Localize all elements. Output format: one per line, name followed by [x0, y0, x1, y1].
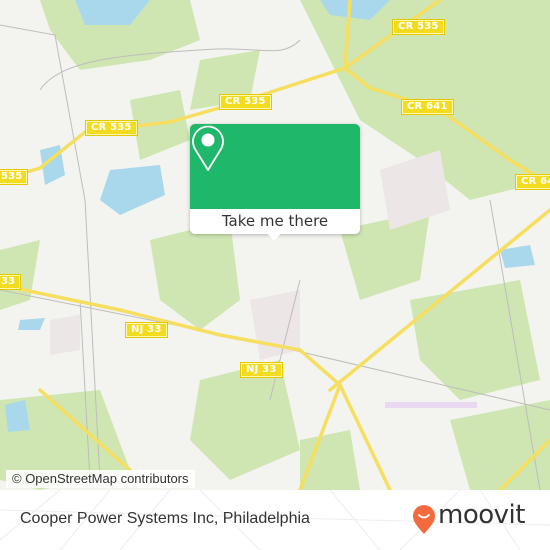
road-label-cr535: CR 535: [392, 19, 445, 35]
road-label-nj33: 33: [0, 274, 22, 290]
footer: Cooper Power Systems Inc, Philadelphia m…: [0, 490, 550, 550]
forest-area: [190, 360, 300, 480]
road-label-nj33: NJ 33: [125, 322, 168, 338]
map-pin-icon: [192, 125, 224, 171]
popup-pointer: [266, 232, 282, 241]
road-label-cr641: CR 641: [401, 99, 454, 115]
take-me-there-button[interactable]: Take me there: [190, 209, 360, 234]
forest-area: [150, 220, 240, 330]
map-attribution[interactable]: © OpenStreetMap contributors: [6, 470, 195, 488]
location-popup: Take me there: [190, 124, 360, 241]
map-tiles: [0, 0, 550, 490]
map-view[interactable]: CR 535 CR 535 CR 535 535 CR 641 CR 64 33…: [0, 0, 550, 490]
forest-area: [450, 400, 550, 490]
residential-area: [50, 315, 80, 355]
road-label-nj33: NJ 33: [240, 362, 283, 378]
road-label-cr535: CR 535: [219, 94, 272, 110]
runway: [385, 402, 477, 408]
road-label-cr641: CR 64: [514, 174, 550, 190]
place-name: Cooper Power Systems Inc, Philadelphia: [20, 510, 310, 527]
moovit-brand: moovit: [438, 500, 525, 530]
road-label-cr535: 535: [0, 169, 29, 185]
forest-area: [300, 430, 360, 490]
lake: [100, 165, 165, 215]
road-label-cr535: CR 535: [85, 120, 138, 136]
moovit-logo-icon: [413, 505, 435, 534]
lake: [18, 318, 45, 330]
popup-header: [190, 124, 360, 209]
residential-area: [380, 150, 450, 230]
